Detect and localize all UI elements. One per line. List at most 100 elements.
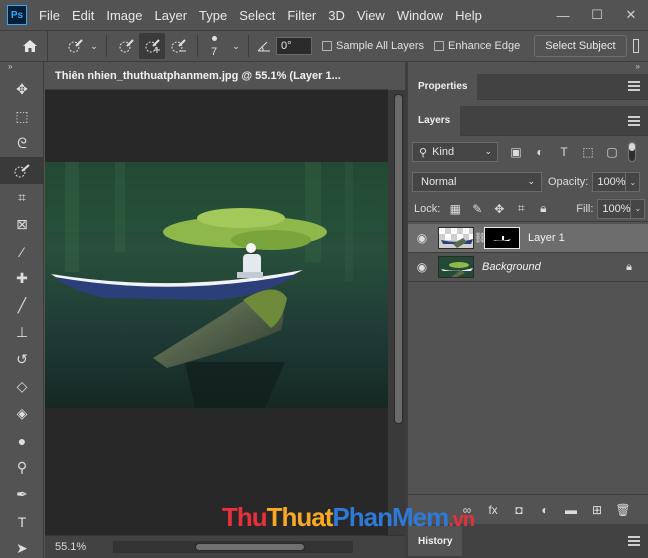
fill-input[interactable]: 100% [597,198,632,219]
marquee-tool[interactable]: ⬚ [0,103,44,130]
lock-transparent-pixels-icon[interactable]: ▦ [444,202,466,216]
kind-filter-select[interactable]: ⚲ Kind ⌄ [412,142,498,162]
menu-image[interactable]: Image [100,8,148,23]
lock-all-icon[interactable]: 🔒︎ [532,201,554,216]
lasso-tool[interactable]: ᘓ [0,130,44,157]
opacity-dropdown[interactable]: ⌄ [626,172,641,192]
eraser-tool[interactable]: ◇ [0,373,44,400]
layer-name[interactable]: Background [482,261,541,273]
move-icon: ✥ [16,81,28,97]
panel-menu-icon[interactable] [628,81,640,91]
frame-tool[interactable]: ⊠ [0,211,44,238]
pen-tool[interactable]: ✒ [0,481,44,508]
visibility-eye-icon[interactable]: ◉ [408,260,436,274]
new-layer-icon[interactable]: ⊞ [584,503,610,517]
menu-help[interactable]: Help [449,8,488,23]
visibility-eye-icon[interactable]: ◉ [408,231,436,245]
menu-edit[interactable]: Edit [66,8,100,23]
blend-mode-select[interactable]: Normal ⌄ [412,172,542,192]
lock-image-pixels-icon[interactable]: ✎ [466,202,488,216]
add-mask-icon[interactable]: ◘ [506,503,532,517]
layer-thumbnail[interactable] [438,256,474,278]
layer-style-icon[interactable]: fx [480,503,506,517]
menu-window[interactable]: Window [391,8,449,23]
tool-preset-button[interactable] [62,33,88,59]
type-layer-filter-icon[interactable]: T [552,145,576,159]
menu-filter[interactable]: Filter [281,8,322,23]
close-button[interactable]: ✕ [614,0,648,30]
menu-view[interactable]: View [351,8,391,23]
maximize-button[interactable]: ☐ [580,0,614,30]
sample-all-layers-checkbox[interactable]: Sample All Layers [322,40,424,52]
vertical-scroll-thumb[interactable] [394,94,403,424]
menu-file[interactable]: File [33,8,66,23]
horizontal-scroll-thumb[interactable] [195,543,305,551]
healing-brush-tool[interactable]: ✚ [0,265,44,292]
delete-layer-icon[interactable]: 🗑︎ [610,503,636,517]
select-and-mask-icon[interactable] [632,39,639,53]
enhance-edge-checkbox[interactable]: Enhance Edge [434,40,520,52]
adjustment-layer-filter-icon[interactable]: ◐ [528,145,552,159]
crop-tool[interactable]: ⌗ [0,184,44,211]
smart-object-filter-icon[interactable]: ▢ [600,145,624,159]
filter-toggle-switch[interactable] [628,142,636,162]
paint-bucket-tool[interactable]: ◈ [0,400,44,427]
menu-type[interactable]: Type [193,8,233,23]
layer-row[interactable]: ◉ ⛓ Layer 1 [408,224,648,253]
minimize-button[interactable]: — [546,0,580,30]
brush-size-picker[interactable]: 7 [204,32,230,60]
landscape-photo [45,162,388,408]
menu-3d[interactable]: 3D [322,8,351,23]
subtract-from-selection-button[interactable] [165,33,191,59]
brush-tool[interactable]: ╱ [0,292,44,319]
new-group-icon[interactable]: ▬ [558,503,584,517]
blur-tool[interactable]: ● [0,427,44,454]
horizontal-scrollbar[interactable] [113,541,353,553]
layer-thumbnail[interactable] [438,227,474,249]
home-button[interactable] [12,31,48,61]
lock-artboard-icon[interactable]: ⌗ [510,201,532,216]
new-selection-button[interactable] [113,33,139,59]
angle-input[interactable]: 0° [276,37,312,55]
type-tool[interactable]: T [0,508,44,535]
mask-link-icon[interactable]: ⛓ [474,233,487,244]
quick-selection-tool[interactable] [0,157,44,184]
vertical-scrollbar[interactable] [388,90,405,535]
menu-layer[interactable]: Layer [149,8,194,23]
layer-name[interactable]: Layer 1 [528,232,565,244]
canvas-area[interactable] [45,90,388,535]
tab-layers[interactable]: Layers [408,105,461,136]
opacity-input[interactable]: 100% [592,172,627,192]
menu-select[interactable]: Select [233,8,281,23]
dodge-tool[interactable]: ⚲ [0,454,44,481]
blend-opacity-row: Normal ⌄ Opacity: 100% ⌄ [408,168,648,196]
layer-mask-thumbnail[interactable] [484,227,520,249]
chevron-down-icon: ⌄ [527,176,535,186]
blur-icon: ● [17,432,27,449]
panel-menu-icon[interactable] [628,536,640,546]
clone-stamp-tool[interactable]: ⊥ [0,319,44,346]
collapse-panels-icon[interactable]: » [408,62,648,74]
panel-menu-icon[interactable] [628,116,640,126]
eyedropper-tool[interactable]: ⁄ [0,238,44,265]
brush-size-dropdown[interactable]: ⌄ [230,33,242,59]
move-tool[interactable]: ✥ [0,76,44,103]
layer-row[interactable]: ◉ Background 🔒︎ [408,253,648,282]
fill-dropdown[interactable]: ⌄ [631,198,646,219]
document-tab[interactable]: Thiên nhien_thuthuatphanmem.jpg @ 55.1% … [45,62,388,90]
pixel-layer-filter-icon[interactable]: ▣ [504,145,528,159]
path-selection-tool[interactable]: ➤ [0,535,44,558]
lock-position-icon[interactable]: ✥ [488,202,510,216]
shape-layer-filter-icon[interactable]: ⬚ [576,145,600,159]
tool-preset-dropdown[interactable]: ⌄ [88,33,100,59]
history-brush-tool[interactable]: ↺ [0,346,44,373]
select-subject-button[interactable]: Select Subject [534,35,627,57]
document-image[interactable] [45,162,388,408]
photoshop-logo-icon[interactable]: Ps [7,5,27,25]
brush-size-value: 7 [211,46,218,58]
new-adjustment-layer-icon[interactable]: ◐ [532,503,558,517]
zoom-level[interactable]: 55.1% [45,541,105,553]
add-to-selection-button[interactable] [139,33,165,59]
tab-properties[interactable]: Properties [408,73,478,100]
collapse-toolbar-icon[interactable]: » [0,62,43,76]
